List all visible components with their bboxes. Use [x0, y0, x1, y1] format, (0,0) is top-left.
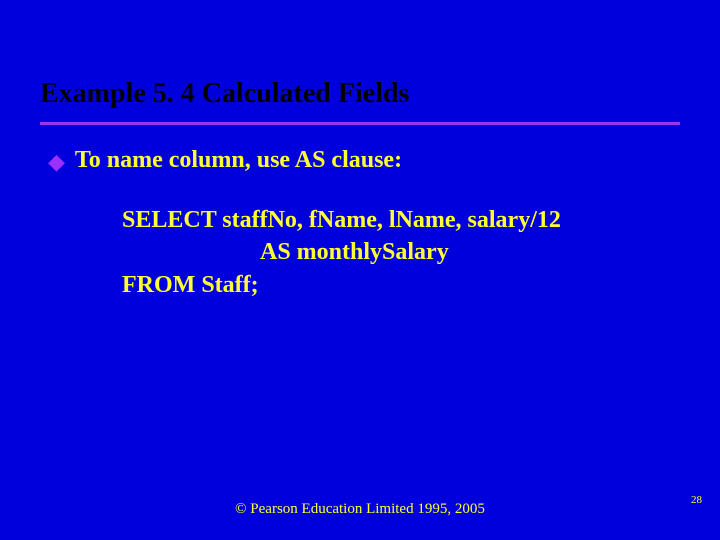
code-line-1: SELECT staffNo, fName, lName, salary/12	[122, 207, 561, 233]
slide: Example 5. 4 Calculated Fields ◆ To name…	[0, 0, 720, 540]
diamond-bullet-icon: ◆	[48, 151, 65, 173]
code-block: SELECT staffNo, fName, lName, salary/12 …	[122, 204, 680, 301]
title-underline	[40, 122, 680, 125]
code-line-2: AS monthlySalary	[122, 236, 680, 268]
page-number: 28	[691, 494, 702, 506]
slide-title: Example 5. 4 Calculated Fields	[40, 78, 680, 120]
footer-copyright: © Pearson Education Limited 1995, 2005	[0, 501, 720, 518]
bullet-text: To name column, use AS clause:	[75, 147, 402, 174]
code-line-3: FROM Staff;	[122, 272, 259, 298]
bullet-item: ◆ To name column, use AS clause:	[48, 147, 680, 174]
